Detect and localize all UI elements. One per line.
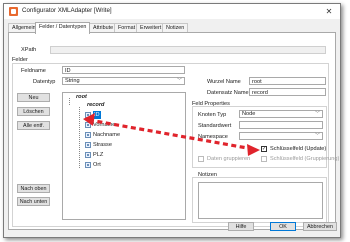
ok-button[interactable]: OK [270,222,296,231]
close-icon[interactable]: ✕ [322,6,336,17]
title-bar: Configurator XMLAdapter [Write] ✕ [4,4,340,19]
app-icon [9,7,18,16]
arrow-shaft [88,118,254,151]
tab-panel: XPath Felder Feldname ID Datentyp String… [8,32,339,230]
abbrechen-button[interactable]: Abbrechen [303,222,337,231]
hilfe-button[interactable]: Hilfe [228,222,254,231]
arrow-head-left [83,113,95,126]
arrow-head-right [247,144,260,156]
window-title: Configurator XMLAdapter [Write] [22,7,112,14]
tab-felder-datentypen[interactable]: Felder / Datentypen [35,22,91,34]
configurator-window: Configurator XMLAdapter [Write] ✕ Allgem… [3,3,341,238]
annotation-arrow [83,113,260,156]
